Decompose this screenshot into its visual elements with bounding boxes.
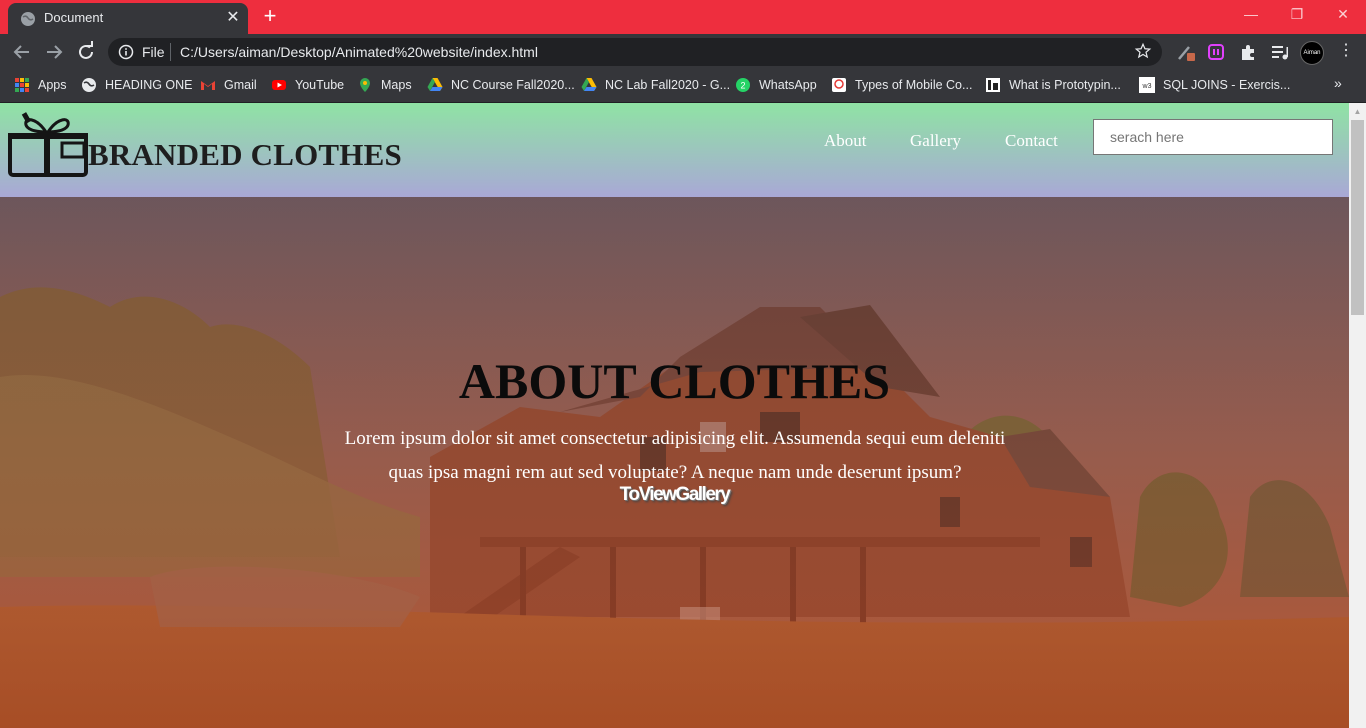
google-drive-icon bbox=[427, 78, 443, 91]
extension-icon[interactable] bbox=[1206, 42, 1226, 62]
reload-icon[interactable] bbox=[74, 40, 98, 64]
bookmark-site-icon bbox=[986, 78, 1000, 92]
bookmark-heading-one[interactable]: HEADING ONE bbox=[105, 76, 193, 94]
apps-grid-icon bbox=[15, 78, 29, 92]
bookmark-whatsapp[interactable]: WhatsApp bbox=[759, 76, 817, 94]
maximize-button[interactable]: ❐ bbox=[1274, 0, 1320, 30]
google-drive-icon bbox=[581, 78, 597, 91]
bookmark-apps[interactable]: Apps bbox=[38, 76, 67, 94]
address-url[interactable]: C:/Users/aiman/Desktop/Animated%20websit… bbox=[180, 44, 538, 60]
bookmark-youtube[interactable]: YouTube bbox=[295, 76, 344, 94]
bookmark-maps[interactable]: Maps bbox=[381, 76, 412, 94]
info-icon[interactable] bbox=[118, 44, 134, 60]
globe-icon bbox=[82, 78, 96, 92]
bookmark-gmail[interactable]: Gmail bbox=[224, 76, 257, 94]
whatsapp-icon: 2 bbox=[736, 78, 750, 92]
hero-title: ABOUT CLOTHES bbox=[458, 353, 891, 409]
address-separator bbox=[170, 43, 171, 61]
color-picker-extension-icon[interactable] bbox=[1176, 42, 1196, 62]
bookmark-sql-joins[interactable]: SQL JOINS - Exercis... bbox=[1163, 76, 1290, 94]
address-scheme-label: File bbox=[142, 44, 165, 60]
maps-pin-icon bbox=[360, 78, 370, 92]
new-tab-button[interactable]: + bbox=[258, 5, 282, 29]
bookmark-star-icon[interactable] bbox=[1134, 42, 1152, 60]
gmail-icon bbox=[201, 81, 215, 90]
globe-icon bbox=[21, 12, 35, 26]
nav-link-gallery[interactable]: Gallery bbox=[910, 131, 961, 151]
site-header: BRANDED CLOTHES About Gallery Contact bbox=[0, 103, 1349, 197]
bookmark-types-of-mobile[interactable]: Types of Mobile Co... bbox=[855, 76, 972, 94]
youtube-icon bbox=[272, 80, 286, 90]
bookmarks-overflow-button[interactable]: » bbox=[1334, 75, 1342, 91]
bookmark-nc-lab[interactable]: NC Lab Fall2020 - G... bbox=[605, 76, 730, 94]
browser-titlebar: Document ✕ + — ❐ ✕ bbox=[0, 0, 1366, 34]
forward-arrow-icon[interactable] bbox=[42, 40, 66, 64]
browser-tab[interactable]: Document ✕ bbox=[8, 3, 248, 34]
profile-avatar[interactable]: Aiman bbox=[1300, 41, 1324, 65]
w3schools-icon: w3 bbox=[1139, 77, 1155, 93]
hero-paragraph: Lorem ipsum dolor sit amet consectetur a… bbox=[344, 428, 1006, 483]
tab-close-icon[interactable]: ✕ bbox=[224, 9, 242, 27]
scroll-up-arrow-icon[interactable]: ▲ bbox=[1349, 103, 1366, 120]
minimize-button[interactable]: — bbox=[1228, 0, 1274, 30]
svg-text:2: 2 bbox=[740, 81, 745, 91]
brand-logo-text[interactable]: BRANDED CLOTHES bbox=[88, 137, 402, 173]
media-queue-icon[interactable] bbox=[1270, 42, 1290, 62]
svg-text:w3: w3 bbox=[1142, 83, 1152, 90]
close-window-button[interactable]: ✕ bbox=[1320, 0, 1366, 30]
bookmark-prototyping[interactable]: What is Prototypin... bbox=[1009, 76, 1121, 94]
gift-box-logo-icon bbox=[8, 112, 88, 177]
scrollbar-thumb[interactable] bbox=[1351, 120, 1364, 315]
search-input[interactable] bbox=[1093, 119, 1333, 155]
tab-title: Document bbox=[44, 10, 104, 25]
page-viewport: BRANDED CLOTHES About Gallery Contact se… bbox=[0, 103, 1349, 728]
view-gallery-button[interactable]: ToViewGallery bbox=[0, 484, 1349, 506]
nav-link-contact[interactable]: Contact bbox=[1005, 131, 1058, 151]
hero-section: ABOUT CLOTHES Lorem ipsum dolor sit amet… bbox=[0, 197, 1349, 728]
bookmark-site-icon bbox=[832, 78, 846, 92]
back-arrow-icon[interactable] bbox=[10, 40, 34, 64]
extensions-puzzle-icon[interactable] bbox=[1238, 42, 1258, 62]
nav-link-about[interactable]: About bbox=[824, 131, 867, 151]
bookmark-nc-course[interactable]: NC Course Fall2020... bbox=[451, 76, 575, 94]
browser-menu-icon[interactable]: ⋮ bbox=[1338, 42, 1354, 62]
